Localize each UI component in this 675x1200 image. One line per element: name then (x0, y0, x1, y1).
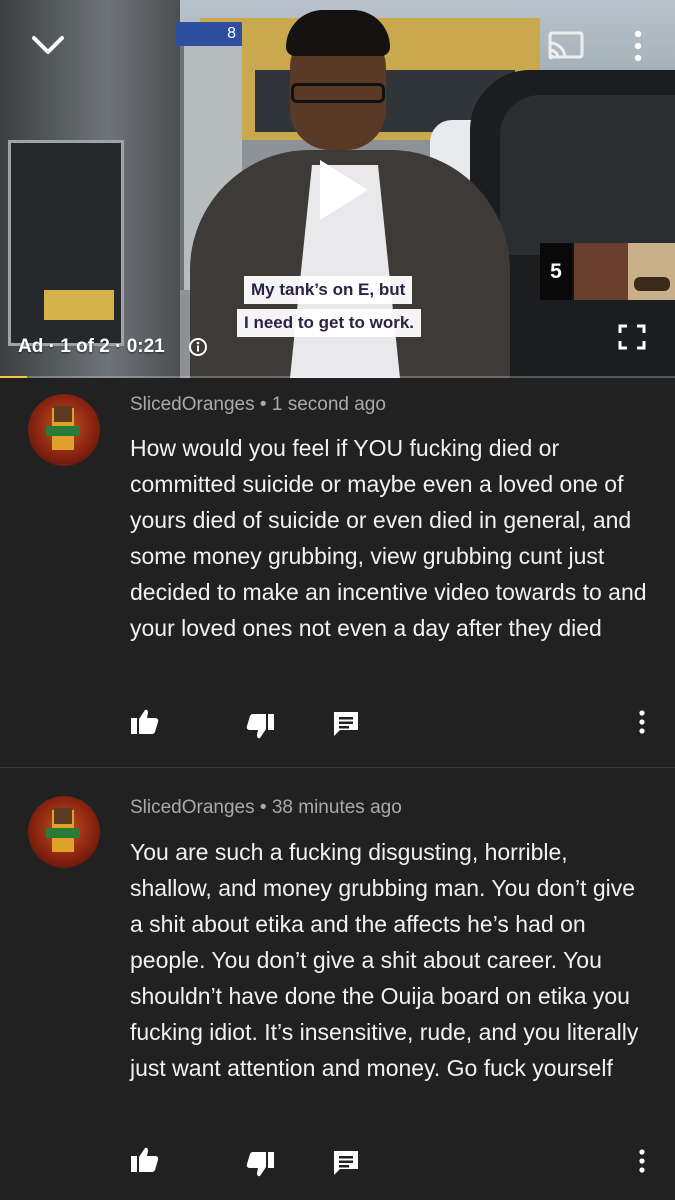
avatar[interactable] (28, 394, 100, 466)
comment-author[interactable]: SlicedOranges (130, 797, 255, 818)
info-icon[interactable] (188, 337, 208, 357)
pump-number-sign: 8 (176, 22, 242, 46)
comment-author[interactable]: SlicedOranges (130, 394, 255, 415)
next-ad-thumbnail[interactable]: 5 (540, 243, 675, 300)
thumbnail-face-image (574, 243, 628, 300)
comment: SlicedOranges • 1 second ago How would y… (0, 378, 675, 767)
meta-separator: • (259, 797, 267, 818)
comment-text: How would you feel if YOU fucking died o… (130, 435, 647, 641)
reply-icon[interactable] (332, 1149, 362, 1177)
video-caption-line-1: My tank’s on E, but (244, 276, 413, 304)
thumbnail-count: 5 (540, 243, 572, 300)
scene-person-glasses (291, 83, 385, 103)
fullscreen-icon[interactable] (618, 324, 646, 350)
more-vert-icon[interactable] (630, 1147, 654, 1175)
scene-suv-window (500, 95, 675, 255)
reply-icon[interactable] (332, 710, 362, 738)
thumbnail-board-image (628, 243, 675, 300)
cast-icon[interactable] (546, 30, 586, 62)
comment-text: You are such a fucking disgusting, horri… (130, 839, 639, 1081)
scene-pump-label (44, 290, 114, 320)
play-icon[interactable] (300, 150, 380, 230)
thumb-up-icon[interactable] (130, 1146, 160, 1174)
ad-status-label: Ad · 1 of 2 · 0:21 (18, 336, 165, 357)
thumb-down-icon[interactable] (245, 712, 275, 740)
thumb-down-icon[interactable] (245, 1150, 275, 1178)
video-caption-line-2: I need to get to work. (237, 309, 422, 337)
comment-time: 1 second ago (271, 394, 386, 415)
comment-meta: SlicedOranges • 1 second ago (130, 394, 386, 416)
more-vert-icon[interactable] (630, 708, 654, 736)
comment-meta: SlicedOranges • 38 minutes ago (130, 797, 402, 819)
scene-person-hair (286, 10, 390, 56)
comment-time: 38 minutes ago (271, 797, 402, 818)
chevron-down-icon[interactable] (28, 28, 68, 62)
video-player[interactable]: 8 My tank’s on E, but I need to get to w… (0, 0, 675, 378)
comment: SlicedOranges • 38 minutes ago You are s… (0, 768, 675, 1200)
meta-separator: • (259, 394, 267, 415)
more-vert-icon[interactable] (628, 28, 648, 64)
thumb-up-icon[interactable] (130, 708, 160, 736)
avatar[interactable] (28, 796, 100, 868)
